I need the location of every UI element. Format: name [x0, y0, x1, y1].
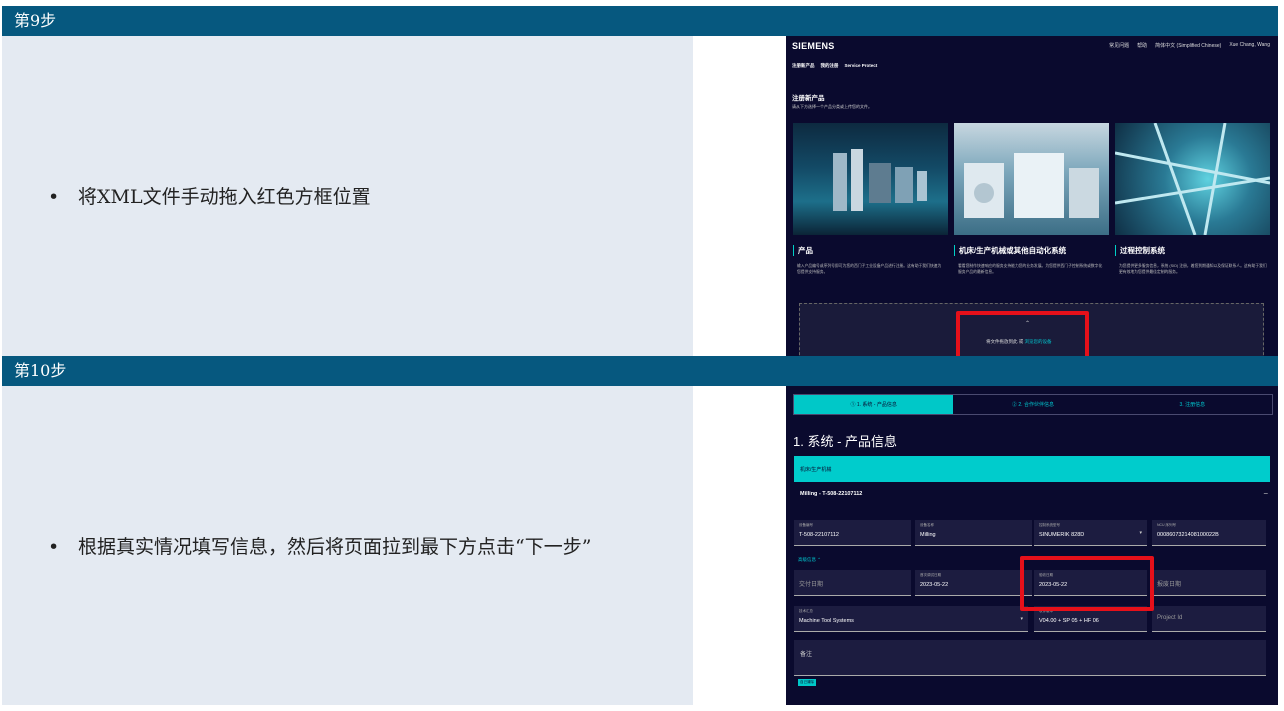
field-placeholder: 报废日期 — [1157, 582, 1182, 588]
step-10-text: 根据真实情况填写信息，然后将页面拉到最下方点击“下一步” — [78, 536, 592, 558]
field-machine-number[interactable]: 设备编号 T-508-22107112 — [794, 520, 911, 546]
step-9-text: 将XML文件手动拖入红色方框位置 — [78, 186, 371, 208]
machine-illustration — [964, 153, 1099, 218]
red-highlight-acceptance-date — [1020, 556, 1154, 611]
clear-chip[interactable]: 自己清除 — [798, 679, 816, 686]
product-illustration — [833, 149, 927, 211]
field-label: 设备编号 — [799, 523, 813, 527]
step-9-bullet: • 将XML文件手动拖入红色方框位置 — [48, 182, 371, 209]
field-label: 首次调试日期 — [920, 573, 941, 577]
dropdown-caret-icon: ▾ — [1020, 616, 1023, 622]
siemens-logo: SIEMENS — [792, 41, 835, 51]
field-placeholder: 交付日期 — [799, 582, 824, 588]
card-process[interactable]: 过程控制系统 为您提供更多服务信息，系统 (SID) 注册，着您到期通知以及保证… — [1114, 122, 1271, 303]
step-partner[interactable]: ② 2. 合作伙伴信息 — [953, 395, 1112, 414]
form-title: 1. 系统 - 产品信息 — [793, 434, 898, 449]
page-subtitle: 请从下方选择一个产品分类或上传您的文件。 — [792, 104, 872, 109]
card-process-title: 过程控制系统 — [1115, 245, 1165, 256]
field-project-id[interactable]: Project Id — [1152, 606, 1266, 632]
nav-language[interactable]: 简体中文 (Simplified Chinese) — [1155, 42, 1221, 49]
field-ncu-serial[interactable]: NCU 序列号 0008607321408100022B — [1152, 520, 1266, 546]
step-10-bullet: • 根据真实情况填写信息，然后将页面拉到最下方点击“下一步” — [48, 532, 591, 559]
tab-register-new[interactable]: 注册新产品 — [792, 63, 815, 69]
card-process-image — [1114, 122, 1271, 236]
nav-faq[interactable]: 常见问题 — [1109, 42, 1129, 49]
tab-my-registrations[interactable]: 我的注册 — [821, 63, 839, 69]
field-scrap-date[interactable]: 报废日期 — [1152, 570, 1266, 596]
advanced-info-toggle[interactable]: 高级信息 ⌃ — [798, 557, 821, 563]
page-title: 注册新产品 — [792, 95, 825, 102]
card-product-image — [793, 123, 948, 235]
field-commissioning-date[interactable]: 首次调试日期 2023-05-22 — [915, 570, 1032, 596]
field-value: T-508-22107112 — [799, 532, 839, 538]
progress-steps: ① 1. 系统 - 产品信息 ② 2. 合作伙伴信息 3. 注册信息 — [793, 394, 1273, 415]
step-system-product[interactable]: ① 1. 系统 - 产品信息 — [794, 395, 954, 414]
field-value: Milling — [920, 532, 936, 538]
card-machine-desc: 看看您制作快速响应的服务支持能力您的业务发展。为您提供西门子控制系统或数字化服务… — [958, 264, 1103, 274]
step-10-header: 第10步 — [2, 356, 1278, 386]
field-label: 设备名称 — [920, 523, 934, 527]
card-machine-image — [954, 123, 1109, 235]
remark-label: 备注 — [800, 652, 813, 658]
bullet-dot: • — [48, 186, 60, 208]
step-10-screenshot: ① 1. 系统 - 产品信息 ② 2. 合作伙伴信息 3. 注册信息 1. 系统… — [786, 386, 1278, 705]
card-process-desc: 为您提供更多服务信息，系统 (SID) 注册，着您到期通知以及保证联系人。这有助… — [1119, 264, 1267, 274]
dropdown-caret-icon: ▾ — [1139, 530, 1142, 536]
card-machine[interactable]: 机床/生产机械或其他自动化系统 看看您制作快速响应的服务支持能力您的业务发展。为… — [954, 123, 1109, 303]
step-9-header: 第9步 — [2, 6, 1278, 36]
field-label: 控制系统型号 — [1039, 523, 1060, 527]
field-tech-summary[interactable]: 技术汇总 Machine Tool Systems ▾ — [794, 606, 1028, 632]
field-value: 0008607321408100022B — [1157, 532, 1219, 538]
card-machine-title: 机床/生产机械或其他自动化系统 — [954, 245, 1066, 256]
field-control-system[interactable]: 控制系统型号 SINUMERIK 828D ▾ — [1034, 520, 1147, 546]
field-value: 2023-05-22 — [920, 582, 949, 588]
field-remark[interactable] — [794, 640, 1266, 676]
nav-help[interactable]: 帮助 — [1137, 42, 1147, 49]
field-label: NCU 序列号 — [1157, 523, 1177, 527]
machine-title: Milling - T-508-22107112 — [800, 491, 863, 497]
field-placeholder: Project Id — [1157, 615, 1183, 621]
field-value: Machine Tool Systems — [799, 618, 854, 624]
card-product-desc: 输入产品编号或序列号即可为您的西门子工业设备产品进行注册。这有助于我们快速为您提… — [797, 264, 942, 274]
top-nav: 常见问题 帮助 简体中文 (Simplified Chinese) Xue Ch… — [1109, 42, 1270, 49]
card-product[interactable]: 产品 输入产品编号或序列号即可为您的西门子工业设备产品进行注册。这有助于我们快速… — [793, 123, 948, 303]
card-product-title: 产品 — [793, 245, 813, 256]
field-value: SINUMERIK 828D — [1039, 532, 1085, 538]
category-bar: 机床/生产机械 — [794, 456, 1270, 482]
field-machine-name[interactable]: 设备名称 Milling — [915, 520, 1032, 546]
field-delivery-date[interactable]: 交付日期 — [794, 570, 911, 596]
field-label: 技术汇总 — [799, 609, 813, 613]
step-9-screenshot: SIEMENS 常见问题 帮助 简体中文 (Simplified Chinese… — [786, 36, 1278, 356]
nav-user[interactable]: Xue Chang, Wang — [1229, 42, 1270, 49]
process-illustration — [1114, 122, 1271, 236]
step-registration[interactable]: 3. 注册信息 — [1113, 395, 1272, 414]
bullet-dot: • — [48, 536, 60, 558]
field-value: V04.00 + SP 05 + HF 06 — [1039, 618, 1099, 624]
tab-service-protect[interactable]: Service Protect — [845, 63, 878, 69]
collapse-icon[interactable]: − — [1263, 489, 1268, 498]
main-tabs: 注册新产品 我的注册 Service Protect — [792, 63, 877, 69]
